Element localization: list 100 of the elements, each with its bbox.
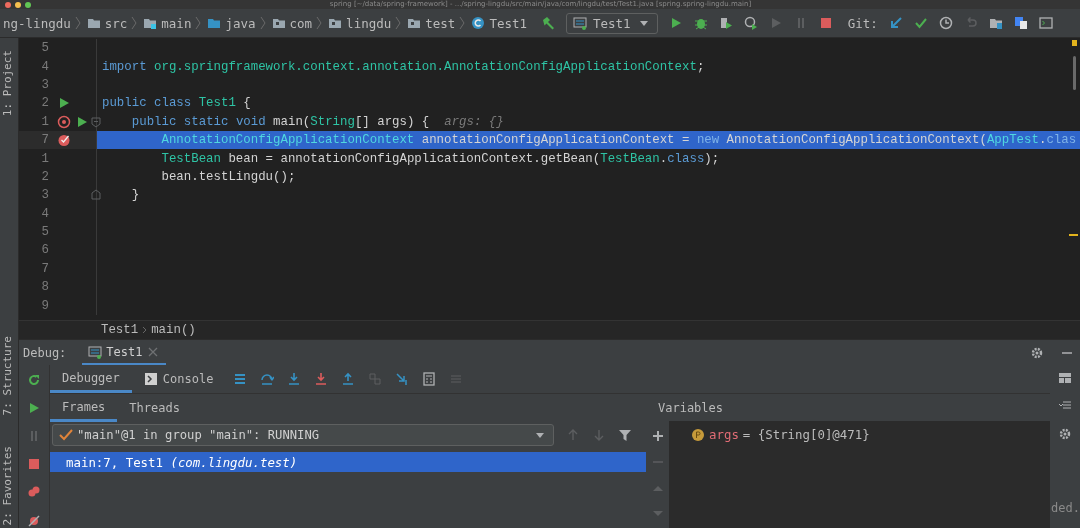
rerun-icon[interactable] [27,373,41,387]
variable-name[interactable]: args [709,427,739,442]
layout-icon[interactable] [1058,371,1072,385]
git-label: Git: [847,15,878,31]
chevron-icon [74,16,81,30]
stop-icon[interactable] [27,457,41,471]
run-config-icon [573,16,587,30]
line-number: 8 [40,280,49,295]
breadcrumb-item[interactable]: lingdu [328,15,392,31]
checkmark-icon[interactable] [913,16,928,30]
run-config-dropdown[interactable]: Test1 [566,12,658,34]
code-line: public class Test1 { [102,96,251,111]
panel-tab[interactable]: Debugger [50,365,132,393]
code-line: AnnotationConfigApplicationContext annotationConfigApplicationContext = new AnnotationConfigApplicationContext(AppTest.clas [160,133,1077,148]
resume-icon[interactable] [27,401,41,415]
step-out-icon[interactable] [341,372,356,386]
mute-breakpoints-icon[interactable] [27,513,41,527]
add-icon[interactable] [650,429,665,443]
window-controls[interactable] [5,1,31,8]
chevron-icon [131,16,138,30]
chevron-icon [195,16,202,30]
up-arrow-icon[interactable] [566,428,580,442]
update-arrow-icon[interactable] [888,16,903,30]
project-structure-icon[interactable] [988,16,1003,30]
breadcrumb-item[interactable]: main [143,15,192,31]
variables-title: Variables [657,399,725,417]
clock-icon[interactable] [938,16,953,30]
thread-dropdown[interactable]: "main"@1 in group "main": RUNNING [52,424,554,446]
session-tab[interactable]: Test1 [82,340,167,365]
package-icon [407,16,422,30]
folder-icon [86,16,101,30]
session-icon [88,344,103,359]
step-into-icon[interactable] [287,372,302,386]
down-arrow-icon[interactable] [592,428,606,442]
coverage-icon[interactable] [718,16,733,30]
force-step-into-icon[interactable] [314,372,329,386]
breadcrumb-item[interactable]: src [86,15,128,31]
variable-value: = {String[0]@471} [742,427,870,442]
breadcrumb-item[interactable]: Test1 [101,323,139,337]
settings-icon[interactable] [1030,345,1044,360]
parameter-icon [691,427,705,442]
panel-tab[interactable]: Console [131,365,226,393]
line-number: 2 [40,169,49,184]
hammer-icon[interactable] [541,16,555,30]
line-number: 4 [40,206,49,221]
tool-window-tab[interactable]: 2: Favorites [0,441,18,528]
run-icon[interactable] [75,114,89,129]
line-number: 7 [40,133,49,148]
line-number: 9 [40,298,49,313]
folder-icon [207,16,222,30]
settings-icon[interactable] [1058,427,1072,441]
breakpoint-icon[interactable] [57,133,71,148]
step-over-icon[interactable] [260,372,275,386]
tool-window-tab[interactable]: 7: Structure [0,332,18,420]
breadcrumb-item[interactable]: com [271,15,313,31]
terminal-icon[interactable] [1038,16,1053,30]
package-icon [328,16,343,30]
line-number: 4 [40,59,49,74]
run-icon[interactable] [57,96,71,111]
run-to-cursor-icon[interactable] [395,372,410,386]
console-icon [143,372,158,386]
panel-title: Debug: [23,345,67,360]
code-line: TestBean bean = annotationConfigApplicationContext.getBean(TestBean.class); [160,151,720,166]
stop-icon[interactable] [818,16,833,30]
list-icon[interactable] [233,372,248,386]
translate-icon[interactable] [1013,16,1028,30]
package-icon [271,16,286,30]
line-number: 1 [40,114,49,129]
line-number: 3 [40,77,49,92]
checkmark-icon [59,428,73,442]
breadcrumb-item[interactable]: java [207,15,256,31]
breadcrumb-item[interactable]: ng-lingdu [3,15,71,31]
frame-item[interactable]: main:7, Test1 (com.lingdu.test) [50,452,646,472]
breadcrumb-item[interactable]: test [407,15,456,31]
chevron-icon [459,16,466,30]
line-number: 7 [40,261,49,276]
chevron-icon [395,16,402,30]
code-line: } [130,188,140,203]
breakpoints-icon[interactable] [27,485,41,499]
line-number: 2 [40,96,49,111]
line-number: 3 [40,188,49,203]
fold-icon[interactable] [89,188,103,203]
calculator-icon[interactable] [422,372,437,386]
folder-icon [143,16,158,30]
filter-icon[interactable] [618,428,632,442]
code-line: public static void main(String[] args) { args: {} [130,114,504,129]
breadcrumb-item[interactable]: Test1 [471,15,527,31]
chevron-icon [259,16,266,30]
panel-tab[interactable]: Threads [117,394,192,422]
method-breakpoint-icon[interactable] [57,114,71,129]
bug-icon[interactable] [693,16,708,30]
code-line: import org.springframework.context.annotation.AnnotationConfigApplicationContext; [102,59,705,74]
line-number: 5 [40,225,49,240]
line-number: 5 [40,41,49,56]
chevron-icon [142,325,148,335]
tool-window-tab[interactable]: 1: Project [0,46,18,121]
breadcrumb-item[interactable]: main() [151,323,196,337]
profiler-icon[interactable] [743,16,758,30]
class-icon [471,16,486,30]
line-number: 1 [40,151,49,166]
